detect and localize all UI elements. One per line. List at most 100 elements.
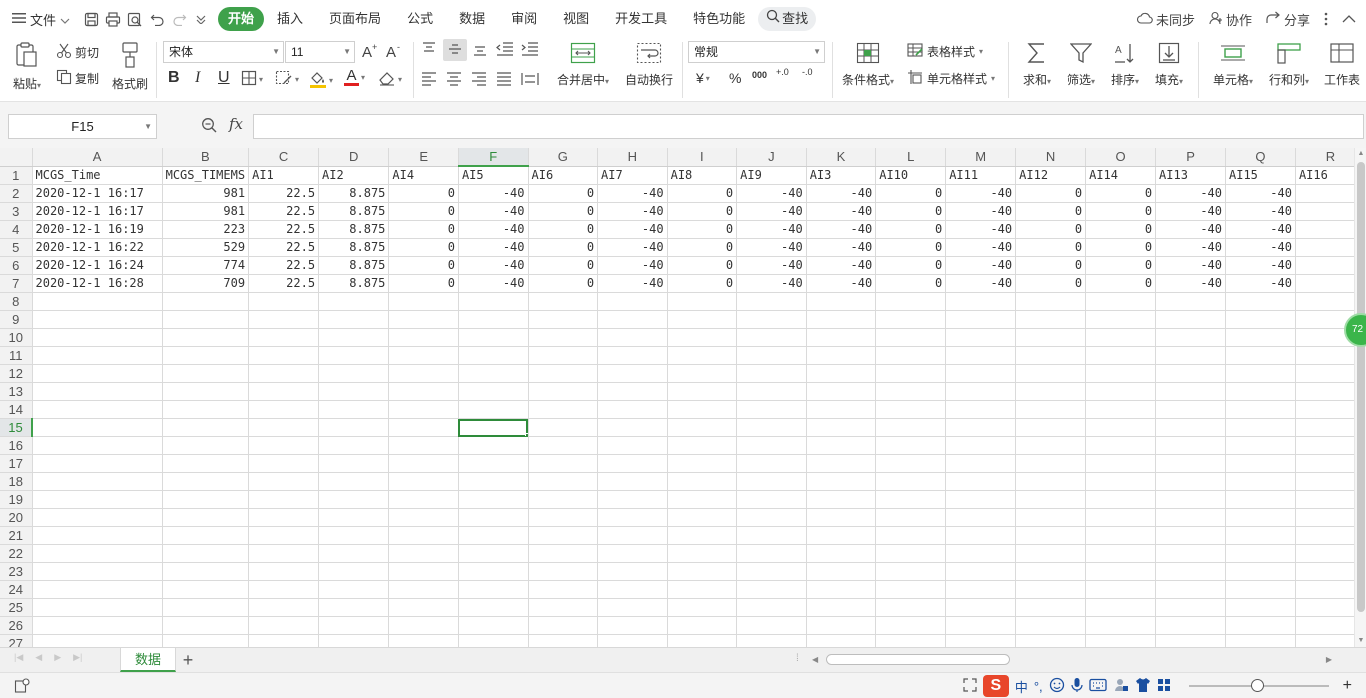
cell-a4[interactable]: 2020-12-1 16:19 [32, 220, 163, 239]
cell-l20[interactable] [875, 508, 947, 527]
more-options-icon[interactable] [1324, 12, 1328, 26]
cell-f20[interactable] [458, 508, 529, 527]
cell-o14[interactable] [1085, 400, 1157, 419]
cell-o20[interactable] [1085, 508, 1157, 527]
row-header-6[interactable]: 6 [0, 256, 33, 275]
cell-m8[interactable] [945, 292, 1017, 311]
row-header-7[interactable]: 7 [0, 274, 33, 293]
cell-n19[interactable] [1015, 490, 1087, 509]
cell-q18[interactable] [1225, 472, 1296, 491]
cell-i7[interactable]: 0 [667, 274, 738, 293]
row-header-20[interactable]: 20 [0, 508, 33, 527]
cell-j5[interactable]: -40 [736, 238, 807, 257]
cell-m26[interactable] [945, 616, 1017, 635]
column-header-m[interactable]: M [945, 148, 1017, 167]
cell-c11[interactable] [248, 346, 320, 365]
cell-g14[interactable] [528, 400, 599, 419]
column-header-k[interactable]: K [806, 148, 877, 167]
cell-o4[interactable]: 0 [1085, 220, 1157, 239]
cell-e26[interactable] [388, 616, 459, 635]
cell-g5[interactable]: 0 [528, 238, 599, 257]
cell-i19[interactable] [667, 490, 738, 509]
cell-h4[interactable]: -40 [597, 220, 668, 239]
cell-k9[interactable] [806, 310, 877, 329]
cell-h21[interactable] [597, 526, 668, 545]
cell-j14[interactable] [736, 400, 807, 419]
cell-b3[interactable]: 981 [162, 202, 250, 221]
increase-font-size-button[interactable]: A + [361, 42, 379, 63]
cell-e6[interactable]: 0 [388, 256, 459, 275]
cell-c2[interactable]: 22.5 [248, 184, 320, 203]
cell-q20[interactable] [1225, 508, 1296, 527]
cell-d10[interactable] [318, 328, 390, 347]
row-header-17[interactable]: 17 [0, 454, 33, 473]
cell-n16[interactable] [1015, 436, 1087, 455]
cell-f8[interactable] [458, 292, 529, 311]
cell-c20[interactable] [248, 508, 320, 527]
cell-m3[interactable]: -40 [945, 202, 1017, 221]
cell-h12[interactable] [597, 364, 668, 383]
cell-i4[interactable]: 0 [667, 220, 738, 239]
row-header-1[interactable]: 1 [0, 166, 33, 185]
cell-c17[interactable] [248, 454, 320, 473]
cell-l15[interactable] [875, 418, 947, 437]
cell-i13[interactable] [667, 382, 738, 401]
row-header-15[interactable]: 15 [0, 418, 33, 437]
cell-i1[interactable]: AI8 [667, 166, 738, 185]
cell-d12[interactable] [318, 364, 390, 383]
cell-o24[interactable] [1085, 580, 1157, 599]
cell-d9[interactable] [318, 310, 390, 329]
cell-m2[interactable]: -40 [945, 184, 1017, 203]
cell-g13[interactable] [528, 382, 599, 401]
cell-i16[interactable] [667, 436, 738, 455]
ime-punctuation-toggle[interactable]: °, [1034, 679, 1043, 694]
cell-i12[interactable] [667, 364, 738, 383]
cell-p22[interactable] [1155, 544, 1226, 563]
cell-a22[interactable] [32, 544, 163, 563]
cell-j17[interactable] [736, 454, 807, 473]
cell-d4[interactable]: 8.875 [318, 220, 390, 239]
row-header-8[interactable]: 8 [0, 292, 33, 311]
increase-decimal-button[interactable]: +.0 [776, 68, 789, 77]
cell-h27[interactable] [597, 634, 668, 647]
scroll-down-arrow-icon[interactable]: ▼ [1355, 635, 1366, 647]
sum-button[interactable]: 求和▾ [1018, 42, 1056, 88]
cell-j27[interactable] [736, 634, 807, 647]
cell-h24[interactable] [597, 580, 668, 599]
cell-f25[interactable] [458, 598, 529, 617]
cell-e11[interactable] [388, 346, 459, 365]
tab-special-features[interactable]: 特色功能 [680, 7, 758, 31]
cell-o23[interactable] [1085, 562, 1157, 581]
cell-p24[interactable] [1155, 580, 1226, 599]
cell-l5[interactable]: 0 [875, 238, 947, 257]
microphone-icon[interactable] [1071, 677, 1083, 696]
cell-m17[interactable] [945, 454, 1017, 473]
cell-m1[interactable]: AI11 [945, 166, 1017, 185]
cell-h13[interactable] [597, 382, 668, 401]
fullscreen-icon[interactable] [963, 677, 977, 695]
cell-d2[interactable]: 8.875 [318, 184, 390, 203]
cell-b19[interactable] [162, 490, 250, 509]
cell-k19[interactable] [806, 490, 877, 509]
merge-center-button[interactable]: 合并居中▾ [553, 42, 613, 88]
cell-h22[interactable] [597, 544, 668, 563]
copy-button[interactable]: 复制 [56, 69, 99, 88]
cell-d27[interactable] [318, 634, 390, 647]
cell-c13[interactable] [248, 382, 320, 401]
cell-q24[interactable] [1225, 580, 1296, 599]
cell-d8[interactable] [318, 292, 390, 311]
cell-d13[interactable] [318, 382, 390, 401]
cell-p18[interactable] [1155, 472, 1226, 491]
cell-c23[interactable] [248, 562, 320, 581]
cell-k22[interactable] [806, 544, 877, 563]
cell-j13[interactable] [736, 382, 807, 401]
collapse-ribbon-icon[interactable] [1342, 15, 1356, 23]
cell-c7[interactable]: 22.5 [248, 274, 320, 293]
zoom-search-icon[interactable] [201, 117, 217, 136]
cell-p27[interactable] [1155, 634, 1226, 647]
cell-p16[interactable] [1155, 436, 1226, 455]
cell-a26[interactable] [32, 616, 163, 635]
cell-g24[interactable] [528, 580, 599, 599]
cell-c25[interactable] [248, 598, 320, 617]
cell-c10[interactable] [248, 328, 320, 347]
